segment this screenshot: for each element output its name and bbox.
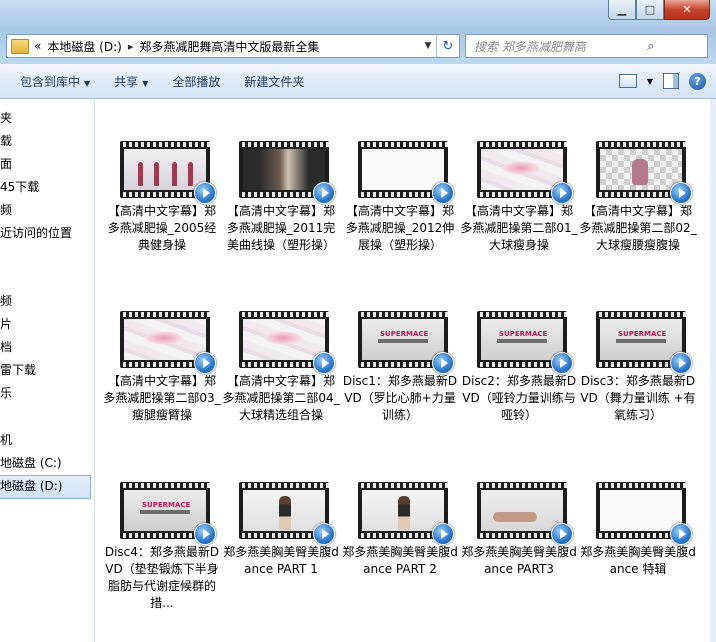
search-input[interactable]: 搜索 郑多燕减肥舞高清中文版最新全集 ⌕ xyxy=(465,34,708,58)
search-icon[interactable]: ⌕ xyxy=(587,39,708,54)
play-icon xyxy=(432,523,454,545)
command-bar: 包含到库中 ▼ 共享 ▼ 全部播放 新建文件夹 ▼ ? xyxy=(0,64,716,99)
video-thumbnail xyxy=(120,141,216,204)
file-name: Disc1：郑多燕最新DVD（罗比心肺+力量训练） xyxy=(342,374,458,422)
search-placeholder: 搜索 郑多燕减肥舞高清中文版最新全集 xyxy=(474,39,587,54)
video-thumbnail: SUPERMACE xyxy=(120,482,216,545)
view-dropdown-icon[interactable]: ▼ xyxy=(647,77,653,86)
video-thumbnail xyxy=(358,482,454,545)
close-button[interactable]: ✕ xyxy=(664,0,710,20)
chevron-down-icon: ▼ xyxy=(84,78,91,88)
file-name: Disc3：郑多燕最新DVD（舞力量训练 +有氧练习） xyxy=(580,374,696,422)
file-name: 【高清中文字幕】郑多燕减肥操第二部03_瘦腿瘦臂操 xyxy=(103,374,221,422)
play-icon xyxy=(432,182,454,204)
file-name: Disc4：郑多燕最新DVD（垫垫锻炼下半身脂肪与代谢症候群的措... xyxy=(104,545,220,610)
play-icon xyxy=(670,352,692,374)
file-name: 【高清中文字幕】郑多燕减肥操第二部04_大球精选组合操 xyxy=(222,374,340,422)
play-all-button[interactable]: 全部播放 xyxy=(160,73,232,90)
file-name: 【高清中文字幕】郑多燕减肥操第二部02_大球瘦腰瘦腹操 xyxy=(579,204,697,252)
play-icon xyxy=(194,352,216,374)
thumbnail-logo: SUPERMACE xyxy=(499,330,548,338)
chevron-down-icon: ▼ xyxy=(142,78,149,88)
nav-item[interactable]: 地磁盘 (C:) xyxy=(0,452,62,474)
window-controls: ▁ □ ✕ xyxy=(608,0,710,20)
nav-item[interactable]: 片 xyxy=(0,313,12,335)
change-view-icon[interactable] xyxy=(618,74,637,88)
play-icon xyxy=(313,352,335,374)
navigation-pane: 夹载面 45下载频近访问的位置频片档雷下载乐机地磁盘 (C:) 地磁盘 (D:) xyxy=(0,99,95,642)
play-icon xyxy=(551,523,573,545)
file-name: 郑多燕美胸美臀美腹dance PART3 xyxy=(461,545,577,576)
nav-item[interactable]: 频 xyxy=(0,199,12,221)
play-icon xyxy=(432,352,454,374)
play-icon xyxy=(670,523,692,545)
play-icon xyxy=(551,352,573,374)
scrollbar[interactable] xyxy=(710,99,716,642)
include-in-library-button[interactable]: 包含到库中 ▼ xyxy=(0,73,102,90)
breadcrumb-drive[interactable]: 本地磁盘 (D:) xyxy=(47,38,121,55)
nav-item[interactable]: 档 xyxy=(0,336,12,358)
new-folder-button[interactable]: 新建文件夹 xyxy=(232,73,316,90)
video-thumbnail: SUPERMACE xyxy=(477,311,573,374)
video-thumbnail xyxy=(358,141,454,204)
file-name: 【高清中文字幕】郑多燕减肥操_2012伸展操（塑形操） xyxy=(345,204,455,252)
thumbnail-logo: SUPERMACE xyxy=(618,330,667,338)
file-name: 郑多燕美胸美臀美腹dance 特辑 xyxy=(580,545,696,576)
include-in-library-label: 包含到库中 xyxy=(20,74,81,89)
play-icon xyxy=(551,182,573,204)
video-thumbnail: SUPERMACE xyxy=(596,311,692,374)
video-thumbnail xyxy=(239,482,335,545)
file-name: 【高清中文字幕】郑多燕减肥操_2011完美曲线操（塑形操） xyxy=(226,204,336,252)
nav-item[interactable]: 45下载 xyxy=(0,176,39,198)
share-label: 共享 xyxy=(114,74,139,89)
thumbnail-logo: SUPERMACE xyxy=(380,330,429,338)
file-name: 郑多燕美胸美臀美腹dance PART 1 xyxy=(223,545,339,576)
nav-item[interactable]: 频 xyxy=(0,290,12,312)
file-name: Disc2：郑多燕最新DVD（哑铃力量训练与哑铃） xyxy=(461,374,577,422)
play-icon xyxy=(313,182,335,204)
breadcrumb-chevron[interactable]: « xyxy=(34,39,41,53)
nav-item[interactable]: 近访问的位置 xyxy=(0,222,72,244)
address-dropdown-icon[interactable]: ▼ xyxy=(420,41,436,51)
nav-item[interactable]: 夹 xyxy=(0,107,12,129)
folder-icon xyxy=(11,38,29,54)
nav-item[interactable]: 机 xyxy=(0,429,12,451)
video-thumbnail xyxy=(239,141,335,204)
video-thumbnail: SUPERMACE xyxy=(358,311,454,374)
nav-item[interactable]: 面 xyxy=(0,153,12,175)
play-icon xyxy=(313,523,335,545)
address-bar[interactable]: « 本地磁盘 (D:) ▸ 郑多燕减肥舞高清中文版最新全集 ▼ ↻ xyxy=(6,34,460,58)
nav-item[interactable]: 乐 xyxy=(0,382,12,404)
minimize-button[interactable]: ▁ xyxy=(608,0,636,20)
nav-item[interactable]: 地磁盘 (D:) xyxy=(0,475,91,499)
file-name: 【高清中文字幕】郑多燕减肥操第二部01_大球瘦身操 xyxy=(460,204,578,252)
file-name: 【高清中文字幕】郑多燕减肥操_2005经典健身操 xyxy=(107,204,217,252)
preview-pane-icon[interactable] xyxy=(663,73,679,89)
play-icon xyxy=(194,182,216,204)
thumbnail-logo: SUPERMACE xyxy=(142,501,191,509)
share-button[interactable]: 共享 ▼ xyxy=(102,73,160,90)
video-thumbnail xyxy=(596,482,692,545)
video-thumbnail xyxy=(596,141,692,204)
video-thumbnail xyxy=(477,141,573,204)
maximize-button[interactable]: □ xyxy=(636,0,664,20)
file-list: 【高清中文字幕】郑多燕减肥操_2005经典健身操 【高清中文字幕】郑多燕减肥操_2… xyxy=(95,99,710,642)
nav-item[interactable]: 载 xyxy=(0,130,12,152)
nav-item[interactable]: 雷下载 xyxy=(0,359,36,381)
refresh-icon[interactable]: ↻ xyxy=(436,35,459,57)
video-thumbnail xyxy=(477,482,573,545)
file-name: 郑多燕美胸美臀美腹dance PART 2 xyxy=(342,545,458,576)
help-icon[interactable]: ? xyxy=(689,72,706,90)
breadcrumb-folder[interactable]: 郑多燕减肥舞高清中文版最新全集 xyxy=(139,38,319,55)
play-icon xyxy=(670,182,692,204)
play-icon xyxy=(194,523,216,545)
video-thumbnail xyxy=(239,311,335,374)
video-thumbnail xyxy=(120,311,216,374)
breadcrumb-separator[interactable]: ▸ xyxy=(128,40,134,53)
